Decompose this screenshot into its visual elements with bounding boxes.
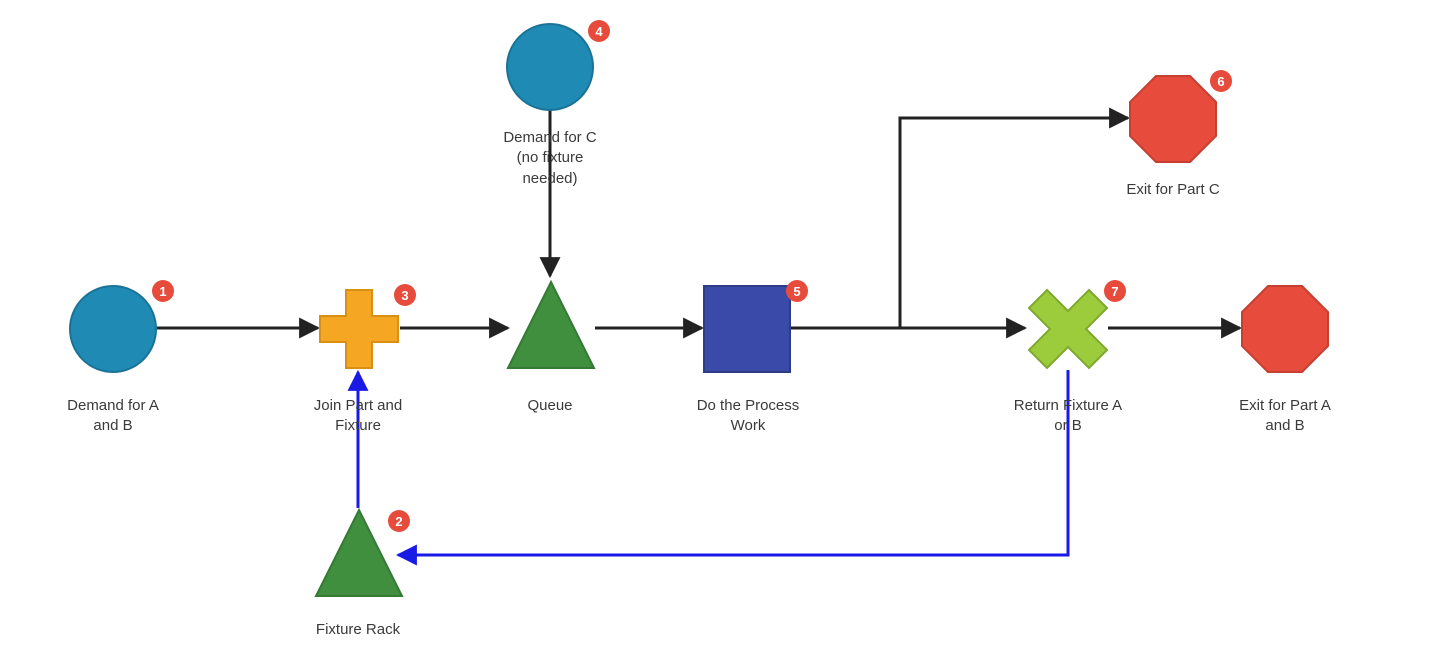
node-queue[interactable] <box>504 278 598 377</box>
badge-text: 4 <box>595 24 602 39</box>
node-exit-ab[interactable] <box>1240 284 1330 379</box>
label-exit-c: Exit for Part C <box>1108 180 1238 200</box>
label-join: Join Part andFixture <box>288 396 428 437</box>
diagram-canvas: 1 Demand for Aand B 3 Join Part andFixtu… <box>0 0 1429 659</box>
badge-return: 7 <box>1104 280 1126 302</box>
badge-process: 5 <box>786 280 808 302</box>
label-return: Return Fixture Aor B <box>998 396 1138 437</box>
label-process: Do the ProcessWork <box>678 396 818 437</box>
node-demand-ab[interactable] <box>68 284 158 379</box>
badge-join: 3 <box>394 284 416 306</box>
node-process[interactable] <box>702 284 792 379</box>
badge-fixture-rack: 2 <box>388 510 410 532</box>
label-exit-ab: Exit for Part Aand B <box>1220 396 1350 437</box>
badge-text: 5 <box>793 284 800 299</box>
badge-text: 6 <box>1217 74 1224 89</box>
node-join[interactable] <box>318 288 400 375</box>
badge-demand-ab: 1 <box>152 280 174 302</box>
node-return[interactable] <box>1025 286 1111 377</box>
label-demand-ab: Demand for Aand B <box>48 396 178 437</box>
node-exit-c[interactable] <box>1128 74 1218 169</box>
label-fixture-rack: Fixture Rack <box>298 620 418 640</box>
badge-text: 3 <box>401 288 408 303</box>
badge-text: 7 <box>1111 284 1118 299</box>
badge-text: 2 <box>395 514 402 529</box>
badge-demand-c: 4 <box>588 20 610 42</box>
node-demand-c[interactable] <box>505 22 595 117</box>
badge-text: 1 <box>159 284 166 299</box>
label-demand-c: Demand for C(no fixtureneeded) <box>480 128 620 189</box>
badge-exit-c: 6 <box>1210 70 1232 92</box>
label-queue: Queue <box>500 396 600 416</box>
